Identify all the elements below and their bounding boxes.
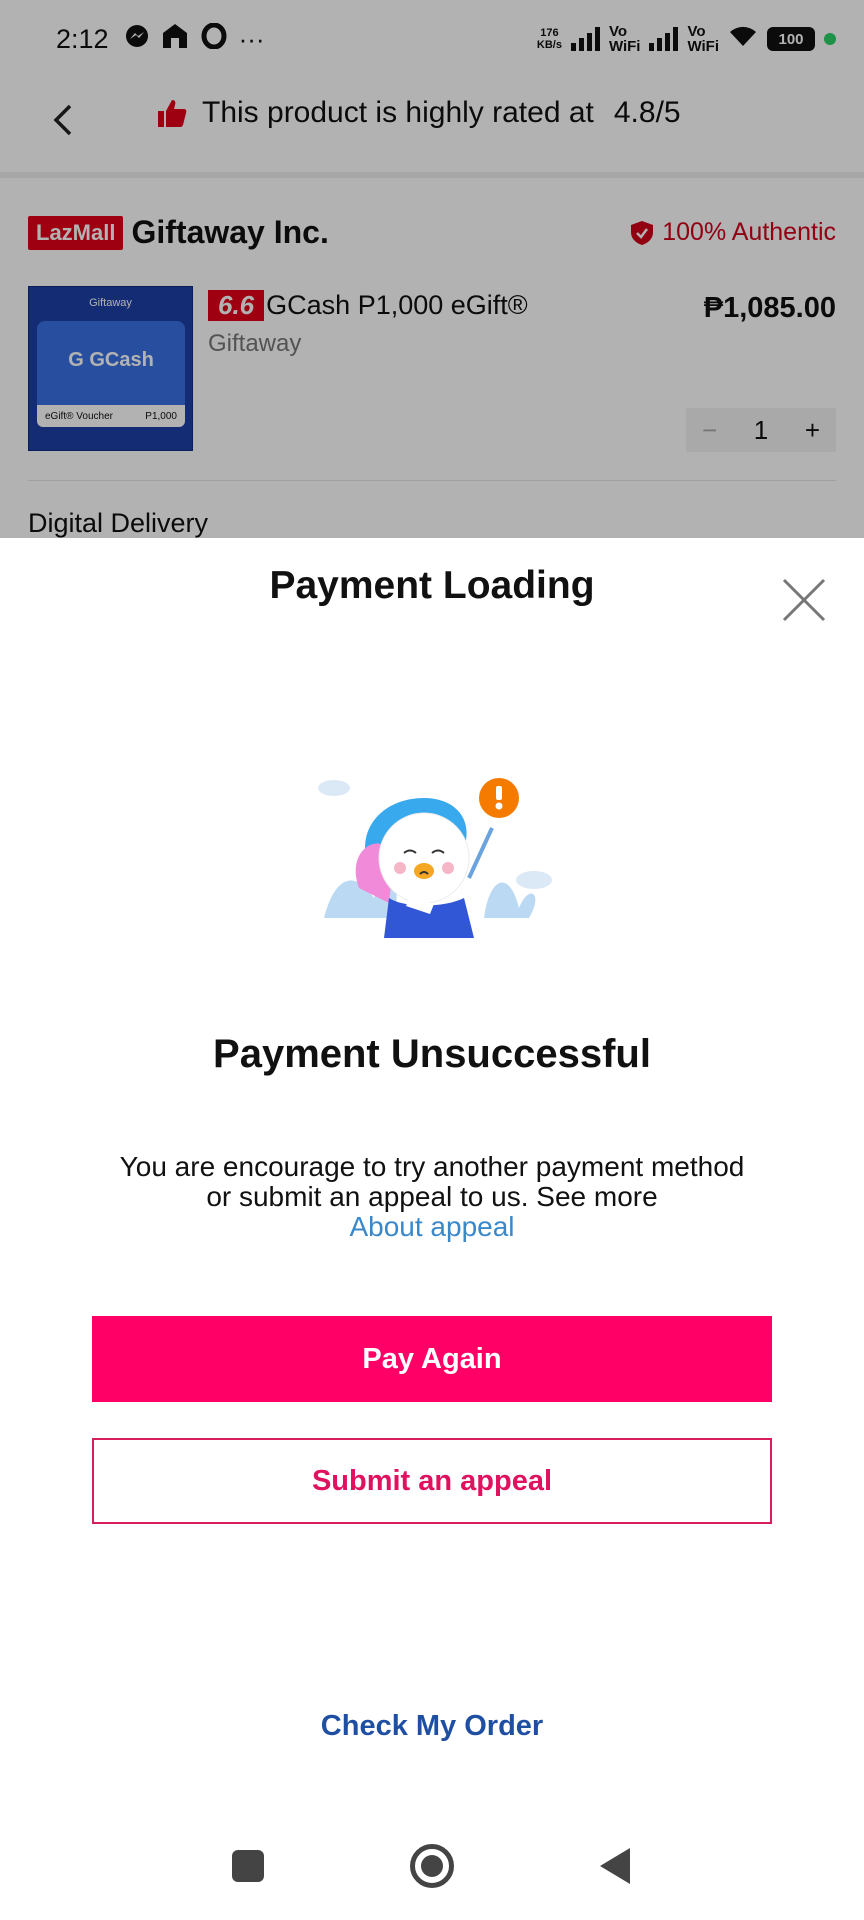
payment-unsuccessful-description: You are encourage to try another payment… bbox=[110, 1152, 754, 1242]
payment-unsuccessful-title: Payment Unsuccessful bbox=[213, 1032, 651, 1076]
close-button[interactable] bbox=[780, 576, 828, 624]
system-navigation-bar bbox=[0, 1832, 864, 1902]
payment-failed-illustration bbox=[318, 778, 552, 938]
submit-appeal-button[interactable]: Submit an appeal bbox=[92, 1438, 772, 1524]
pay-again-button[interactable]: Pay Again bbox=[92, 1316, 772, 1402]
close-icon bbox=[782, 578, 826, 622]
recent-apps-button[interactable] bbox=[232, 1850, 264, 1882]
sheet-title: Payment Loading bbox=[269, 564, 595, 607]
payment-bottom-sheet: Payment Loading Payment Unsuccessful You… bbox=[0, 538, 864, 1920]
screen: 2:12 ··· 176 KB/s Vo WiFi Vo WiFi 100 Th… bbox=[0, 0, 864, 1920]
back-nav-button[interactable] bbox=[600, 1848, 630, 1884]
product-page-background: 2:12 ··· 176 KB/s Vo WiFi Vo WiFi 100 Th… bbox=[0, 0, 864, 540]
modal-backdrop[interactable] bbox=[0, 0, 864, 540]
check-my-order-link[interactable]: Check My Order bbox=[0, 1710, 864, 1743]
about-appeal-link[interactable]: About appeal bbox=[110, 1212, 754, 1242]
home-button[interactable] bbox=[410, 1844, 454, 1888]
